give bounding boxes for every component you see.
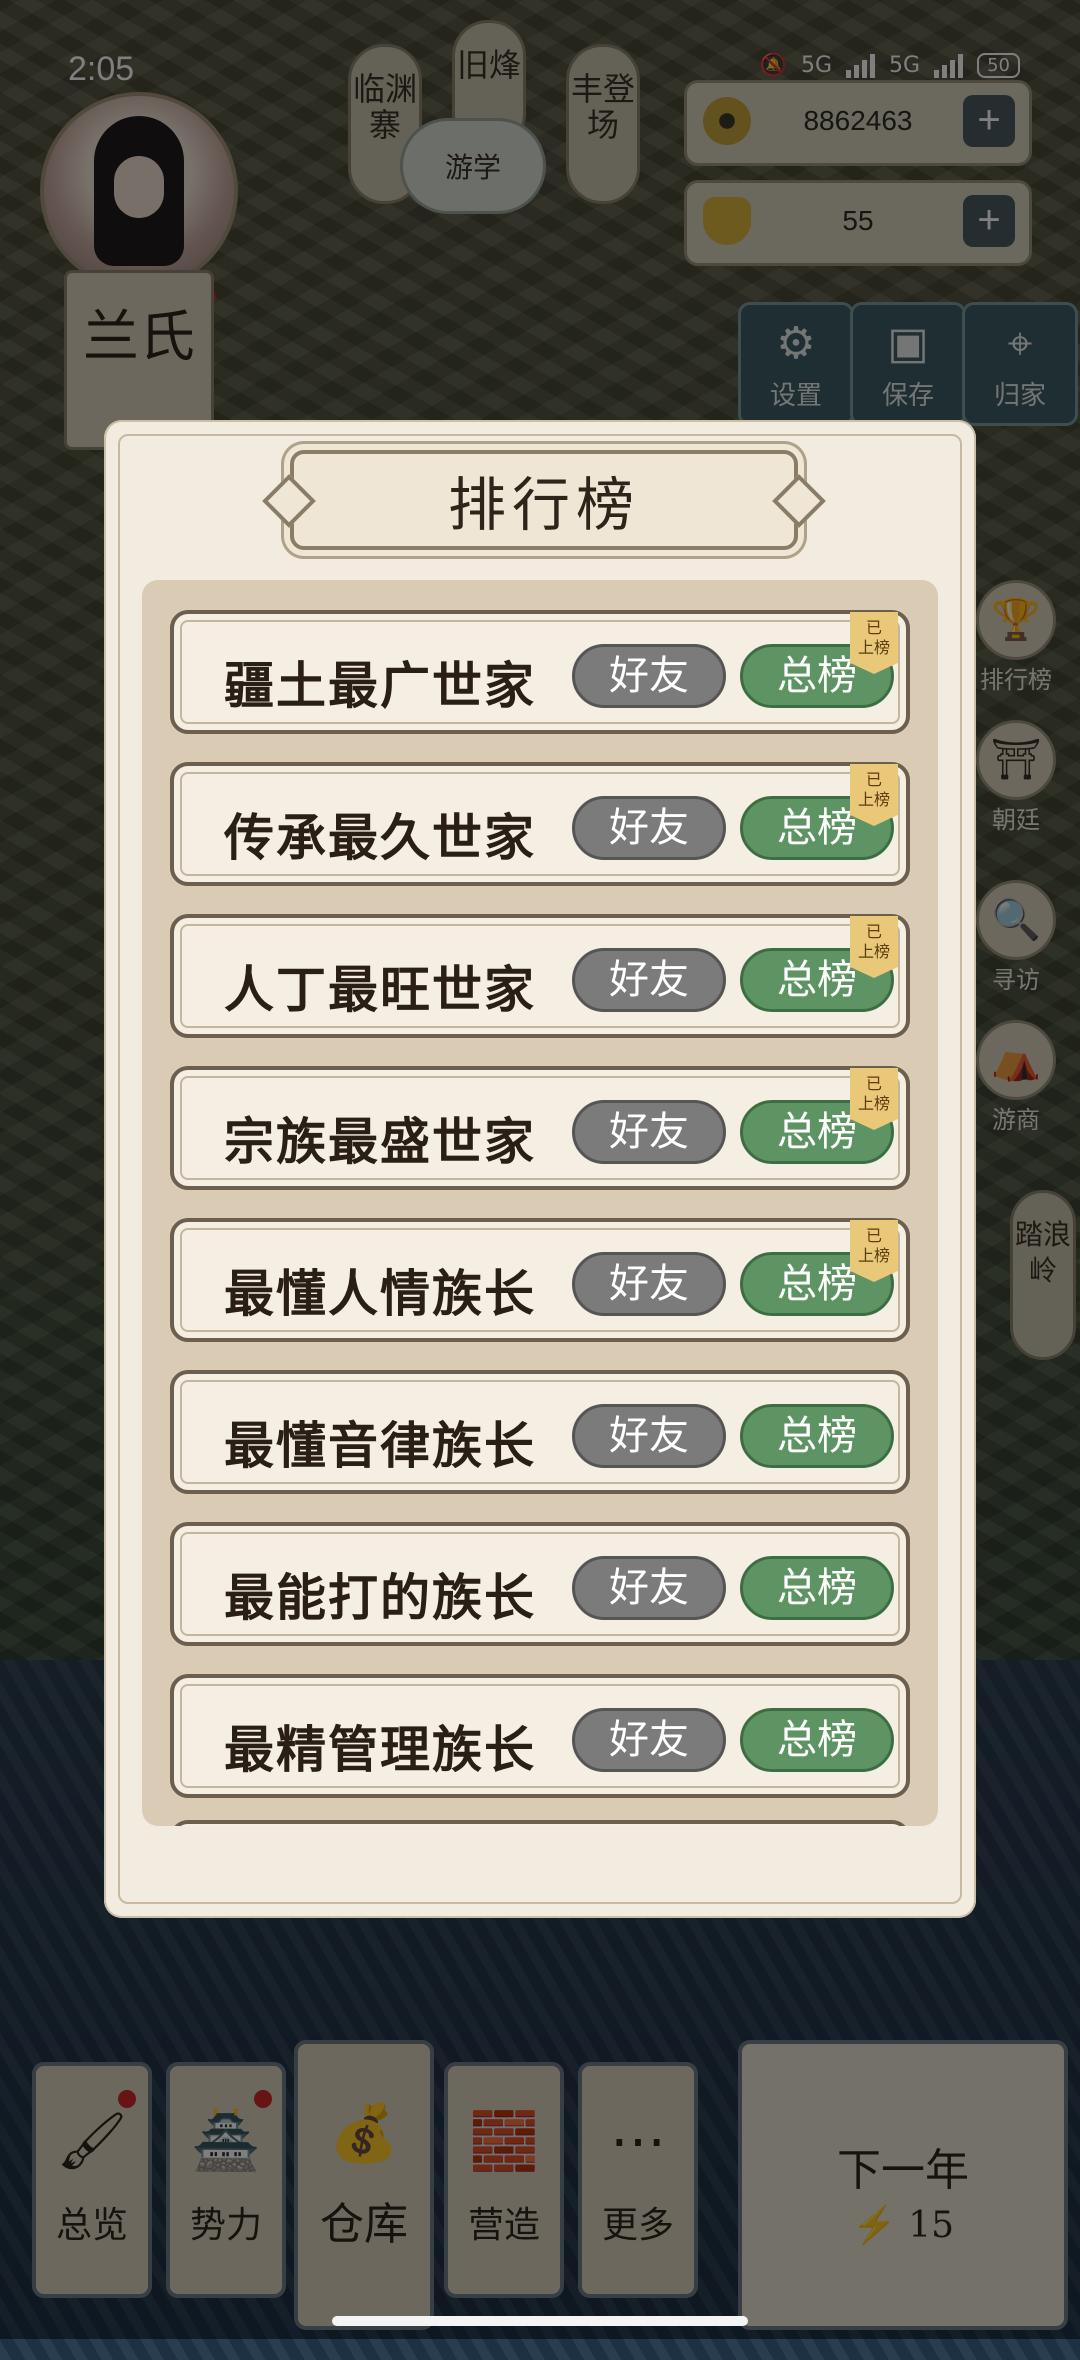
ranked-badge: 已上榜 xyxy=(850,1220,898,1282)
board-name: 传承最久世家 xyxy=(224,808,536,867)
dialog-title: 排行榜 xyxy=(447,471,640,539)
friend-board-button[interactable]: 好友 xyxy=(572,644,726,708)
board-name: 最能打的族长 xyxy=(224,1568,536,1627)
board-name: 人丁最旺世家 xyxy=(224,960,536,1019)
leaderboard-row: 最能打的族长 好友 总榜 xyxy=(170,1522,910,1646)
friend-board-button[interactable]: 好友 xyxy=(572,1556,726,1620)
board-name: 宗族最盛世家 xyxy=(224,1112,536,1171)
leaderboard-dialog: 排行榜 疆土最广世家 好友 总榜 已上榜 传承最久世家 好友 总榜 已上榜 人丁… xyxy=(104,420,976,1918)
friend-board-button[interactable]: 好友 xyxy=(572,796,726,860)
ranked-badge: 已上榜 xyxy=(850,764,898,826)
ranked-badge: 已上榜 xyxy=(850,1068,898,1130)
friend-board-button[interactable]: 好友 xyxy=(572,948,726,1012)
leaderboard-row: 人丁最旺世家 好友 总榜 已上榜 xyxy=(170,914,910,1038)
board-name: 疆土最广世家 xyxy=(224,656,536,715)
dialog-title-plaque: 排行榜 xyxy=(290,450,798,550)
leaderboard-row: 最懂音律族长 好友 总榜 xyxy=(170,1370,910,1494)
ranked-badge: 已上榜 xyxy=(850,612,898,674)
board-name: 最懂音律族长 xyxy=(224,1416,536,1475)
total-board-button[interactable]: 总榜 xyxy=(740,1708,894,1772)
home-indicator[interactable] xyxy=(332,2316,748,2326)
leaderboard-row: 最精管理族长 好友 总榜 xyxy=(170,1674,910,1798)
total-board-button[interactable]: 总榜 xyxy=(740,1556,894,1620)
leaderboard-row: 传承最久世家 好友 总榜 已上榜 xyxy=(170,762,910,886)
leaderboard-row-partial xyxy=(170,1820,910,1826)
total-board-button[interactable]: 总榜 xyxy=(740,1404,894,1468)
board-name: 最精管理族长 xyxy=(224,1720,536,1779)
leaderboard-row: 疆土最广世家 好友 总榜 已上榜 xyxy=(170,610,910,734)
board-name: 最懂人情族长 xyxy=(224,1264,536,1323)
leaderboard-row: 最懂人情族长 好友 总榜 已上榜 xyxy=(170,1218,910,1342)
leaderboard-row: 宗族最盛世家 好友 总榜 已上榜 xyxy=(170,1066,910,1190)
friend-board-button[interactable]: 好友 xyxy=(572,1252,726,1316)
friend-board-button[interactable]: 好友 xyxy=(572,1708,726,1772)
leaderboard-list[interactable]: 疆土最广世家 好友 总榜 已上榜 传承最久世家 好友 总榜 已上榜 人丁最旺世家… xyxy=(142,580,938,1826)
friend-board-button[interactable]: 好友 xyxy=(572,1404,726,1468)
ranked-badge: 已上榜 xyxy=(850,916,898,978)
friend-board-button[interactable]: 好友 xyxy=(572,1100,726,1164)
